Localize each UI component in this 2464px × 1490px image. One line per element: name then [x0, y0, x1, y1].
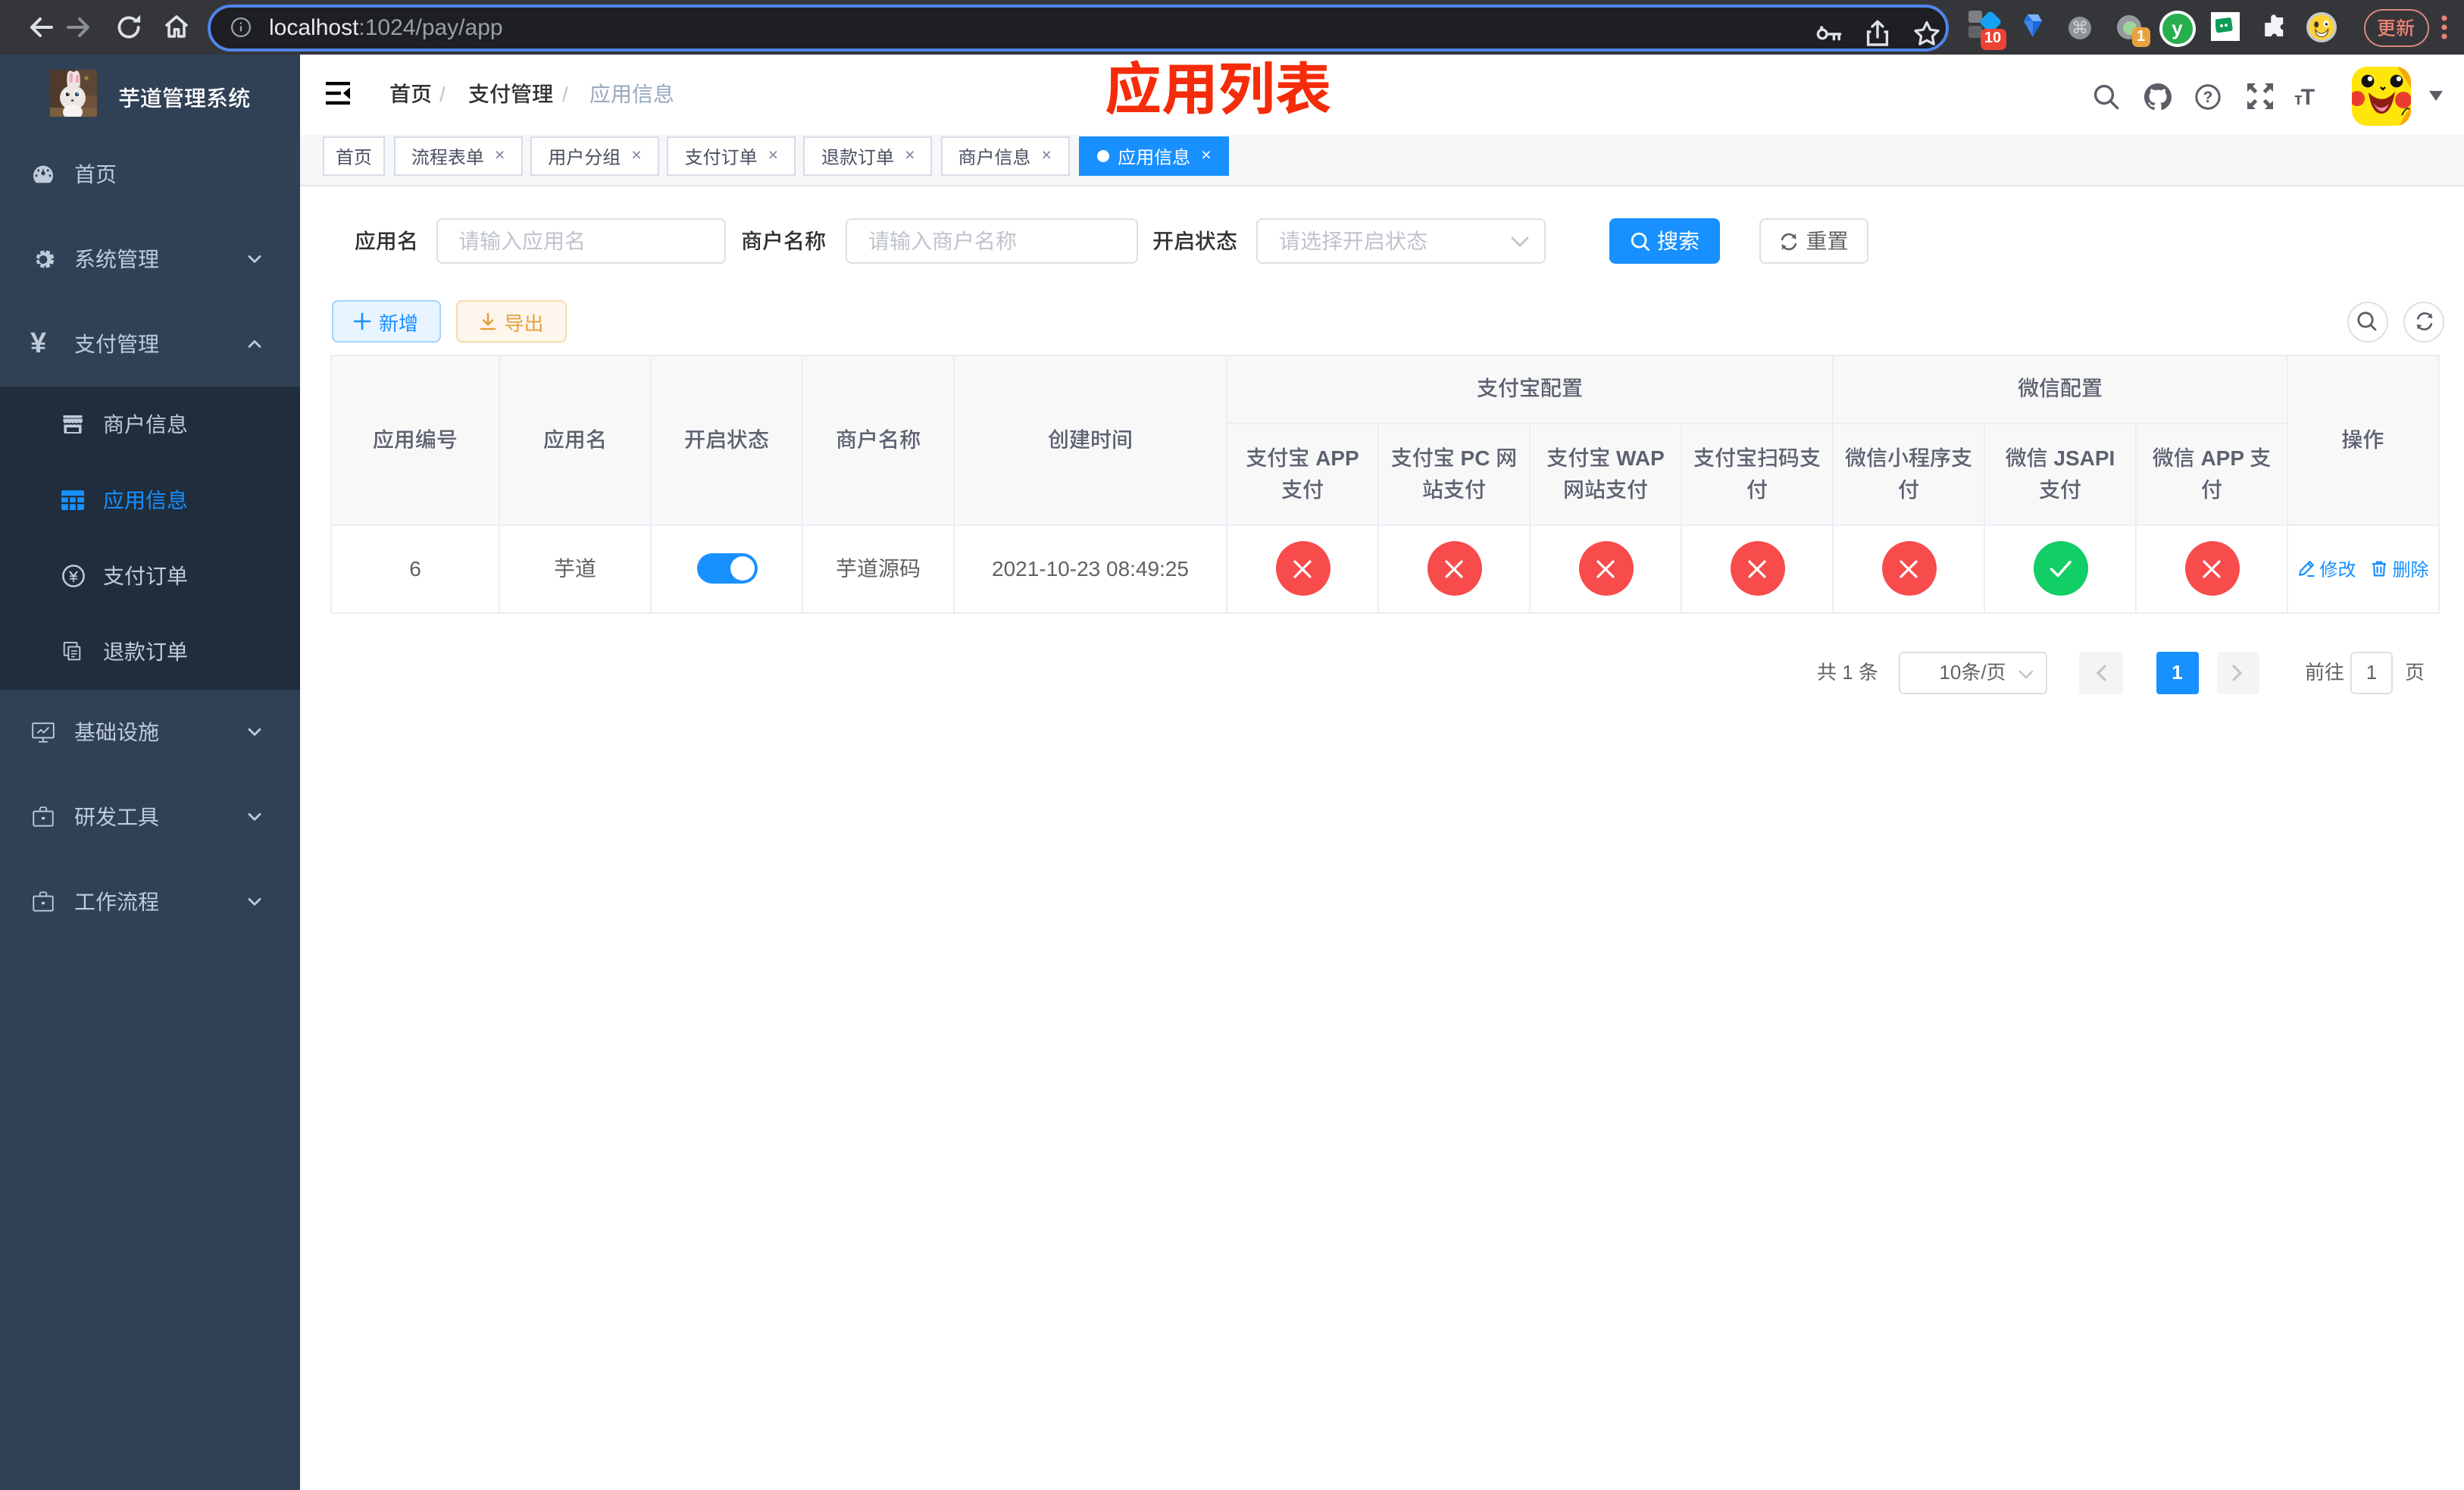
svg-text:?: ? — [2203, 88, 2213, 105]
